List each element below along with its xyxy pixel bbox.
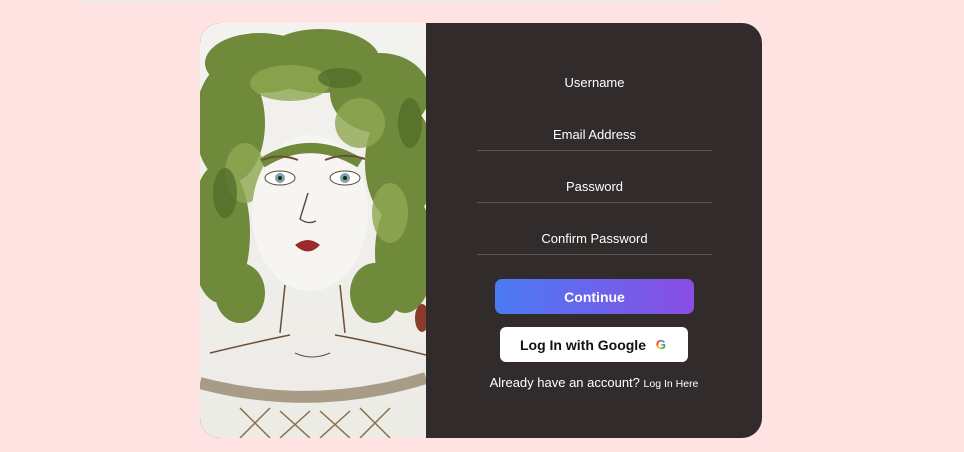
username-label: Username [564, 75, 625, 90]
login-here-link[interactable]: Log In Here [644, 378, 699, 390]
signup-card: Username Email Address Password Confirm … [200, 23, 762, 438]
google-g-icon: G [655, 337, 667, 352]
google-login-button[interactable]: Log In with Google G [500, 327, 688, 362]
signup-form: Username Email Address Password Confirm … [426, 23, 762, 438]
confirm-password-label: Confirm Password [541, 231, 648, 246]
password-field[interactable]: Password [477, 168, 712, 203]
email-field[interactable]: Email Address [477, 116, 712, 151]
password-label: Password [565, 179, 624, 194]
leaf-hair-portrait-image [200, 23, 426, 438]
username-field[interactable]: Username [477, 64, 712, 98]
already-account-text: Already have an account? [489, 375, 640, 390]
top-divider [84, 0, 716, 2]
continue-button[interactable]: Continue [495, 279, 694, 314]
login-prompt: Already have an account? Log In Here [426, 375, 762, 390]
email-label: Email Address [552, 127, 637, 142]
confirm-password-field[interactable]: Confirm Password [477, 220, 712, 255]
google-login-label: Log In with Google [520, 336, 646, 353]
